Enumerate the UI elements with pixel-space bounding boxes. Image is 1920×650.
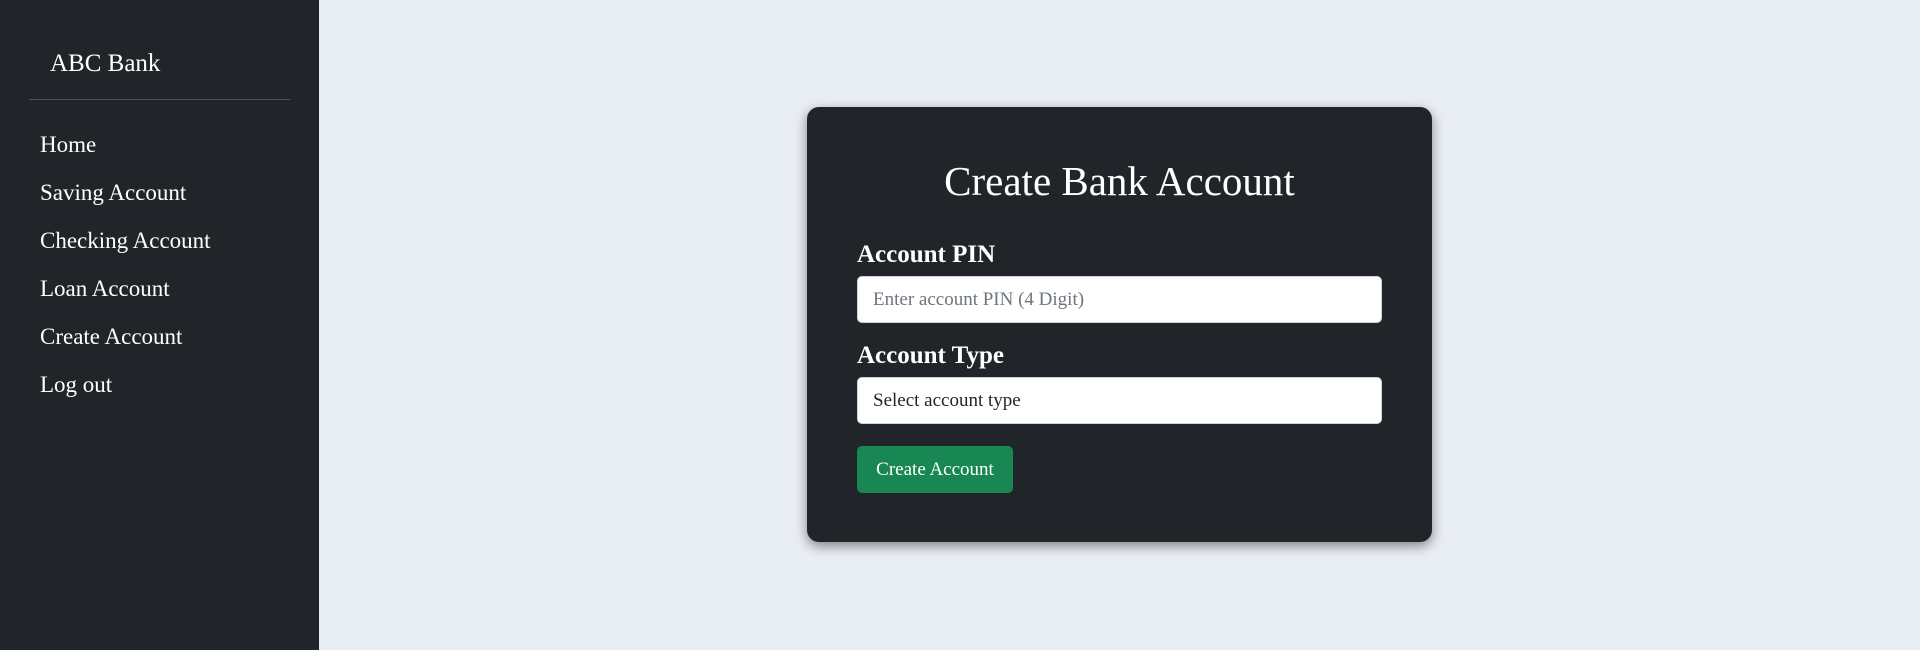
brand-title[interactable]: ABC Bank [50,48,160,80]
account-pin-label: Account PIN [857,241,996,268]
sidebar-divider [29,99,290,100]
sidebar-item-loan-account[interactable]: Loan Account [40,273,211,321]
account-type-select[interactable]: Select account type [857,377,1382,424]
account-pin-input[interactable] [857,276,1382,323]
sidebar-item-home[interactable]: Home [40,129,211,177]
account-type-label: Account Type [857,342,1004,369]
account-type-selected-value: Select account type [873,389,1021,411]
sidebar-item-checking-account[interactable]: Checking Account [40,225,211,273]
sidebar: ABC Bank Home Saving Account Checking Ac… [0,0,319,650]
sidebar-item-create-account[interactable]: Create Account [40,321,211,369]
sidebar-item-saving-account[interactable]: Saving Account [40,177,211,225]
create-account-form: Create Bank Account Account PIN Account … [807,107,1432,542]
sidebar-item-log-out[interactable]: Log out [40,369,211,417]
create-account-button[interactable]: Create Account [857,446,1013,493]
form-title: Create Bank Account [944,158,1295,204]
sidebar-nav: Home Saving Account Checking Account Loa… [40,129,211,417]
